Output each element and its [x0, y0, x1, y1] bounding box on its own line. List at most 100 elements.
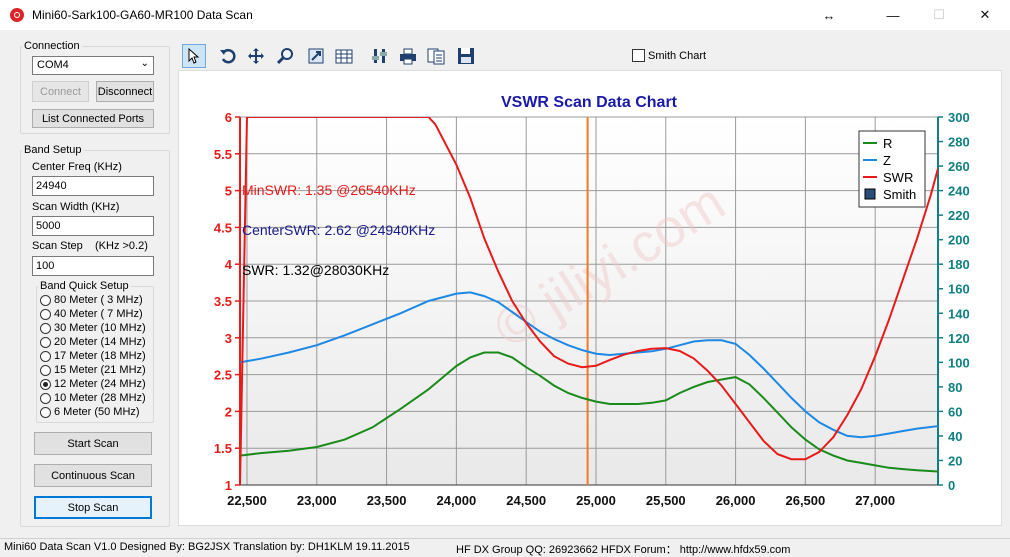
copy-icon[interactable] — [424, 44, 448, 68]
export-icon[interactable] — [304, 44, 328, 68]
annotation-1: CenterSWR: 2.62 @24940KHz — [242, 222, 435, 238]
band-radio-6[interactable]: 12 Meter (24 MHz) — [40, 377, 146, 391]
vswr-chart[interactable]: VSWR Scan Data Chart 22,500 23,000 23,500 24… — [179, 71, 1001, 525]
connection-label: Connection — [22, 40, 82, 52]
x-tick-label: 22,500 — [227, 493, 267, 508]
center-freq-input[interactable]: 24940 — [32, 176, 154, 196]
smith-chart-checkbox-box[interactable] — [632, 49, 645, 62]
y-left-tick-label: 1.5 — [214, 441, 232, 456]
band-radio-label: 20 Meter (14 MHz) — [54, 336, 146, 348]
band-radio-5[interactable]: 15 Meter (21 MHz) — [40, 363, 146, 377]
com-port-select[interactable]: COM4 ⌄ — [32, 56, 154, 75]
settings-icon[interactable] — [368, 44, 392, 68]
y-right-tick-label: 60 — [948, 404, 962, 419]
annotation-0: MinSWR: 1.35 @26540KHz — [242, 182, 416, 198]
y-right-tick-label: 200 — [948, 233, 970, 248]
y-right-tick-label: 120 — [948, 331, 970, 346]
center-freq-label: Center Freq (KHz) — [32, 161, 122, 173]
band-radio-2[interactable]: 30 Meter (10 MHz) — [40, 321, 146, 335]
y-right-tick-label: 240 — [948, 184, 970, 199]
radio-button[interactable] — [40, 392, 51, 404]
band-radio-label: 17 Meter (18 MHz) — [54, 350, 146, 362]
maximize-button: ☐ — [933, 7, 945, 22]
y-right-tick-label: 140 — [948, 306, 970, 321]
print-icon[interactable] — [396, 44, 420, 68]
status-bar: Mini60 Data Scan V1.0 Designed By: BG2JS… — [0, 538, 1010, 557]
y-left-tick-label: 4.5 — [214, 220, 232, 235]
band-radio-label: 40 Meter ( 7 MHz) — [54, 308, 143, 320]
close-button[interactable]: ✕ — [962, 0, 1008, 30]
band-radio-label: 15 Meter (21 MHz) — [54, 364, 146, 376]
radio-button[interactable] — [40, 308, 51, 320]
radio-button[interactable] — [40, 364, 51, 376]
band-radio-7[interactable]: 10 Meter (28 MHz) — [40, 391, 146, 405]
start-scan-button[interactable]: Start Scan — [34, 432, 152, 455]
radio-button[interactable] — [40, 378, 51, 390]
y-left-tick-label: 3 — [225, 331, 232, 346]
x-tick-label: 26,000 — [716, 493, 756, 508]
band-radio-3[interactable]: 20 Meter (14 MHz) — [40, 335, 146, 349]
undo-icon[interactable] — [216, 44, 240, 68]
x-tick-label: 23,500 — [367, 493, 407, 508]
app-icon[interactable] — [10, 8, 24, 22]
y-left-tick-label: 5.5 — [214, 147, 232, 162]
legend-label-r: R — [883, 136, 892, 151]
band-radio-label: 30 Meter (10 MHz) — [54, 322, 146, 334]
pointer-icon[interactable] — [182, 44, 206, 68]
band-radio-label: 80 Meter ( 3 MHz) — [54, 294, 143, 306]
legend-label-z: Z — [883, 153, 891, 168]
resize-icon[interactable]: ↔ — [806, 0, 852, 30]
y-left-tick-label: 5 — [225, 184, 232, 199]
x-tick-label: 23,000 — [297, 493, 337, 508]
move-icon[interactable] — [244, 44, 268, 68]
chart-area[interactable]: VSWR Scan Data Chart 22,500 23,000 23,500 24… — [178, 70, 1002, 526]
zoom-icon[interactable] — [274, 44, 298, 68]
stop-scan-button[interactable]: Stop Scan — [34, 496, 152, 519]
status-right: HF DX Group QQ: 26923662 HFDX Forum： htt… — [456, 544, 791, 556]
status-left: Mini60 Data Scan V1.0 Designed By: BG2JS… — [4, 541, 410, 553]
scan-step-hint: (KHz >0.2) — [95, 240, 148, 252]
band-quick-label: Band Quick Setup — [38, 280, 131, 292]
x-tick-label: 27,000 — [855, 493, 895, 508]
save-icon[interactable] — [454, 44, 478, 68]
smith-chart-checkbox[interactable]: Smith Chart — [632, 49, 706, 62]
radio-button[interactable] — [40, 350, 51, 362]
radio-button[interactable] — [40, 322, 51, 334]
legend-label-smith: Smith — [883, 187, 916, 202]
y-right-tick-label: 20 — [948, 453, 962, 468]
y-left-tick-label: 4 — [225, 257, 233, 272]
minimize-button[interactable]: — — [870, 0, 916, 30]
band-radio-8[interactable]: 6 Meter (50 MHz) — [40, 405, 140, 419]
y-right-tick-label: 80 — [948, 380, 962, 395]
window-title: Mini60-Sark100-GA60-MR100 Data Scan — [32, 8, 253, 22]
band-setup-label: Band Setup — [22, 144, 84, 156]
y-right-tick-label: 220 — [948, 208, 970, 223]
list-ports-button[interactable]: List Connected Ports — [32, 109, 154, 128]
y-right-tick-label: 0 — [948, 478, 955, 493]
grid-icon[interactable] — [332, 44, 356, 68]
y-left-tick-label: 3.5 — [214, 294, 232, 309]
disconnect-button[interactable]: Disconnect — [96, 81, 154, 102]
x-tick-label: 24,500 — [506, 493, 546, 508]
radio-button[interactable] — [40, 406, 51, 418]
y-right-tick-label: 280 — [948, 135, 970, 150]
smith-chart-label: Smith Chart — [648, 49, 707, 62]
band-radio-label: 6 Meter (50 MHz) — [54, 406, 140, 418]
scan-step-input[interactable]: 100 — [32, 256, 154, 276]
radio-button[interactable] — [40, 336, 51, 348]
scan-width-label: Scan Width (KHz) — [32, 201, 120, 213]
band-radio-4[interactable]: 17 Meter (18 MHz) — [40, 349, 146, 363]
chart-title: VSWR Scan Data Chart — [501, 94, 678, 111]
band-radio-1[interactable]: 40 Meter ( 7 MHz) — [40, 307, 143, 321]
band-radio-0[interactable]: 80 Meter ( 3 MHz) — [40, 293, 143, 307]
x-tick-label: 24,000 — [436, 493, 476, 508]
continuous-scan-button[interactable]: Continuous Scan — [34, 464, 152, 487]
com-port-value: COM4 — [37, 59, 69, 71]
y-left-tick-label: 6 — [225, 110, 232, 125]
x-tick-label: 25,000 — [576, 493, 616, 508]
connect-button: Connect — [32, 81, 89, 102]
scan-width-input[interactable]: 5000 — [32, 216, 154, 236]
y-right-tick-label: 300 — [948, 110, 970, 125]
title-bar: Mini60-Sark100-GA60-MR100 Data Scan ↔ — … — [0, 0, 1010, 30]
radio-button[interactable] — [40, 294, 51, 306]
